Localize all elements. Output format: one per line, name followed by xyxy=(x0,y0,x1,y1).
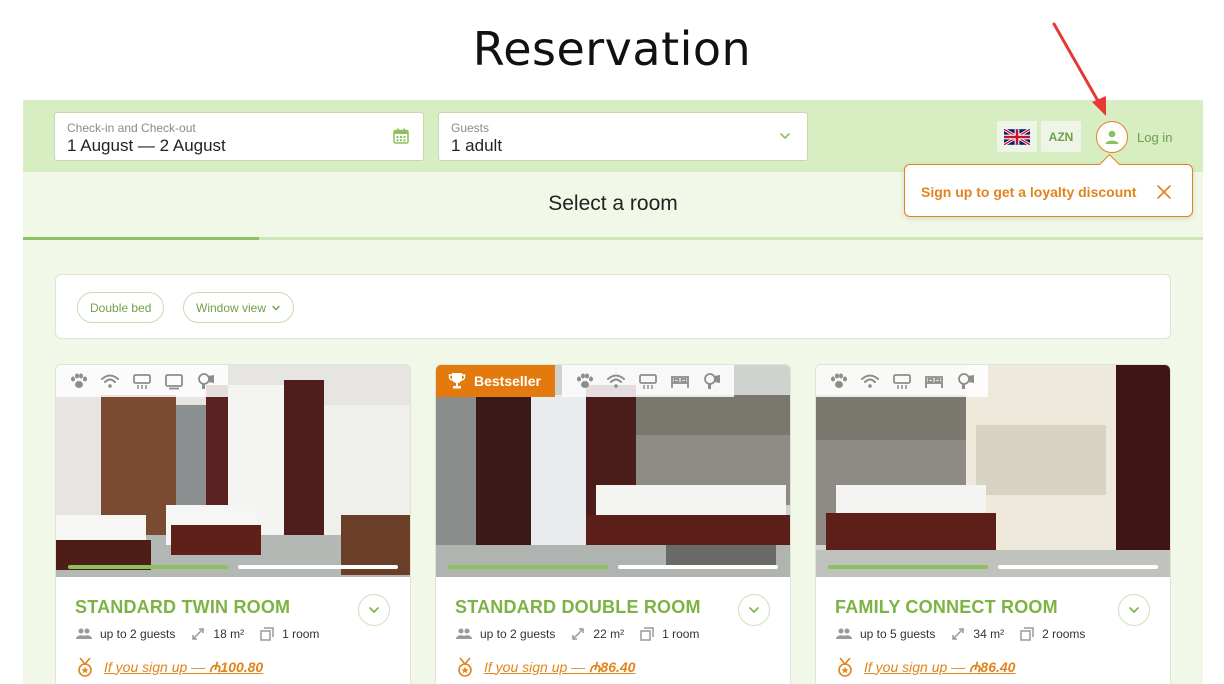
dates-field[interactable]: Check-in and Check-out 1 August — 2 Augu… xyxy=(54,112,424,161)
hairdryer-icon xyxy=(958,373,974,389)
room-area: 18 m² xyxy=(213,627,245,641)
trophy-icon xyxy=(448,373,466,389)
loyalty-popup: Sign up to get a loyalty discount xyxy=(904,164,1193,217)
filter-double-bed[interactable]: Double bed xyxy=(77,292,165,323)
room-title[interactable]: STANDARD DOUBLE ROOM xyxy=(455,597,701,618)
filter-label: Window view xyxy=(196,300,267,315)
paw-icon xyxy=(577,373,593,388)
chevron-down-icon xyxy=(369,607,379,614)
loyalty-promo[interactable]: If you sign up — ₼100.80 xyxy=(76,657,263,677)
wifi-icon xyxy=(861,374,879,388)
filters-panel: Double bed Window view xyxy=(55,274,1171,339)
room-count: 1 room xyxy=(662,627,700,641)
chevron-down-icon xyxy=(780,133,790,139)
hairdryer-icon xyxy=(198,373,214,389)
chevron-down-icon xyxy=(749,607,759,614)
tv-icon xyxy=(165,374,183,390)
room-photo[interactable] xyxy=(816,365,1170,577)
expand-button[interactable] xyxy=(1118,594,1150,626)
guests-capacity: up to 5 guests xyxy=(860,627,936,641)
chevron-down-icon xyxy=(1129,607,1139,614)
search-bar: Check-in and Check-out 1 August — 2 Augu… xyxy=(23,100,1203,172)
photo-carousel-indicator[interactable] xyxy=(828,565,1158,569)
dates-value: 1 August — 2 August xyxy=(67,136,226,155)
promo-text: If you sign up — xyxy=(864,658,970,675)
login-label: Log in xyxy=(1137,129,1173,145)
area-icon xyxy=(952,628,965,640)
chevron-down-icon xyxy=(272,305,280,310)
amenities-bar xyxy=(816,365,988,397)
room-card[interactable]: Bestseller STANDARD DOUBLE ROOM up to 2 … xyxy=(435,364,791,684)
room-area: 22 m² xyxy=(593,627,625,641)
loyalty-promo[interactable]: If you sign up — ₼86.40 xyxy=(836,657,1015,677)
room-meta: up to 5 guests 34 m² 2 rooms xyxy=(836,626,1101,642)
ac-icon xyxy=(133,374,151,389)
promo-price: ₼86.40 xyxy=(589,658,636,675)
close-icon[interactable] xyxy=(1156,184,1172,200)
medal-icon xyxy=(838,657,852,677)
loyalty-promo[interactable]: If you sign up — ₼86.40 xyxy=(456,657,635,677)
ac-icon xyxy=(893,374,911,389)
medal-icon xyxy=(458,657,472,677)
area-icon xyxy=(572,628,585,640)
room-title[interactable]: FAMILY CONNECT ROOM xyxy=(835,597,1058,618)
bed-icon xyxy=(925,376,943,388)
language-button[interactable] xyxy=(997,121,1037,152)
calendar-icon xyxy=(393,128,409,144)
room-tabs-indicator xyxy=(23,237,1203,240)
room-count: 2 rooms xyxy=(1042,627,1086,641)
room-title[interactable]: STANDARD TWIN ROOM xyxy=(75,597,290,618)
guests-value: 1 adult xyxy=(451,136,503,155)
rooms-icon xyxy=(260,627,274,641)
annotation-arrow xyxy=(1052,22,1106,116)
rooms-icon xyxy=(640,627,654,641)
ac-icon xyxy=(639,374,657,389)
paw-icon xyxy=(71,373,87,388)
area-icon xyxy=(192,628,205,640)
wifi-icon xyxy=(101,374,119,388)
guests-field[interactable]: Guests 1 adult xyxy=(438,112,808,161)
room-area: 34 m² xyxy=(973,627,1005,641)
room-photo[interactable] xyxy=(56,365,410,577)
guests-icon xyxy=(836,628,852,639)
uk-flag-icon xyxy=(1004,127,1030,146)
guests-icon xyxy=(76,628,92,639)
promo-price: ₼86.40 xyxy=(969,658,1016,675)
guests-label: Guests xyxy=(451,121,490,135)
promo-price: ₼100.80 xyxy=(209,658,264,675)
amenities-bar xyxy=(562,365,734,397)
expand-button[interactable] xyxy=(738,594,770,626)
filter-window-view[interactable]: Window view xyxy=(183,292,295,323)
expand-button[interactable] xyxy=(358,594,390,626)
room-meta: up to 2 guests 18 m² 1 room xyxy=(76,626,335,642)
dates-label: Check-in and Check-out xyxy=(67,121,196,135)
popup-text[interactable]: Sign up to get a loyalty discount xyxy=(921,184,1136,200)
promo-text: If you sign up — xyxy=(484,658,590,675)
bestseller-badge: Bestseller xyxy=(436,365,555,397)
photo-carousel-indicator[interactable] xyxy=(448,565,778,569)
medal-icon xyxy=(78,657,92,677)
guests-icon xyxy=(456,628,472,639)
room-count: 1 room xyxy=(282,627,320,641)
guests-capacity: up to 2 guests xyxy=(480,627,556,641)
amenities-bar xyxy=(56,365,228,397)
photo-carousel-indicator[interactable] xyxy=(68,565,398,569)
rooms-icon xyxy=(1020,627,1034,641)
hairdryer-icon xyxy=(704,373,720,389)
room-card[interactable]: FAMILY CONNECT ROOM up to 5 guests 34 m²… xyxy=(815,364,1171,684)
room-meta: up to 2 guests 22 m² 1 room xyxy=(456,626,715,642)
badge-label: Bestseller xyxy=(474,373,541,389)
guests-capacity: up to 2 guests xyxy=(100,627,176,641)
filter-label: Double bed xyxy=(90,300,152,315)
bed-icon xyxy=(671,376,689,388)
wifi-icon xyxy=(607,374,625,388)
room-photo[interactable]: Bestseller xyxy=(436,365,790,577)
promo-text: If you sign up — xyxy=(104,658,210,675)
paw-icon xyxy=(831,373,847,388)
room-card[interactable]: STANDARD TWIN ROOM up to 2 guests 18 m² … xyxy=(55,364,411,684)
